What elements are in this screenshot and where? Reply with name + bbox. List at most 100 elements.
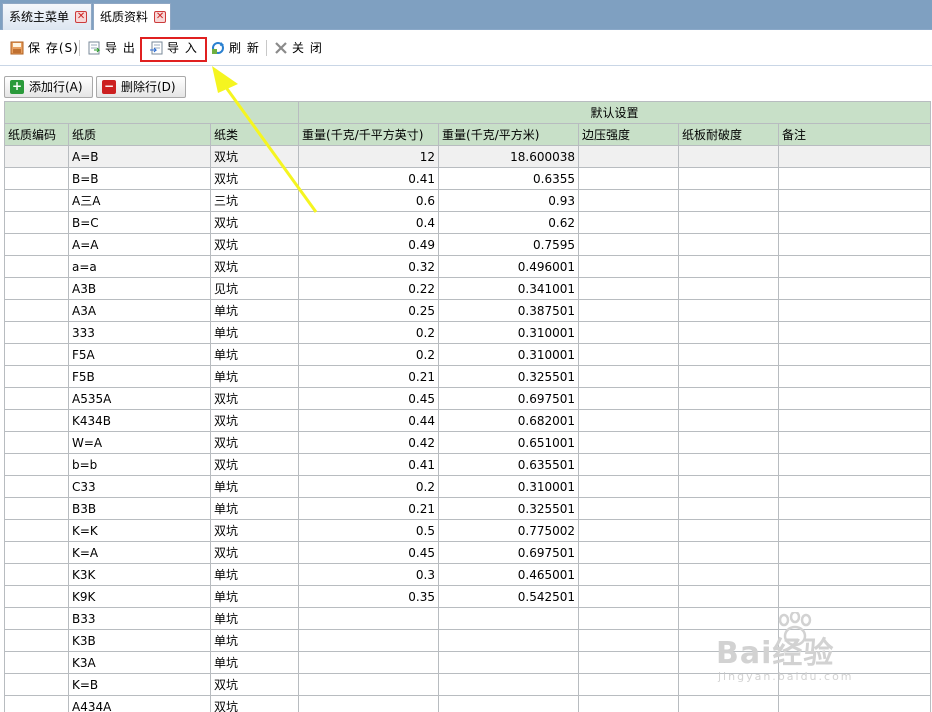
table-cell[interactable]: 双坑 [209, 673, 300, 696]
table-row[interactable]: 333 单坑 0.2 0.310001 [4, 321, 932, 344]
table-cell[interactable] [298, 651, 440, 674]
table-cell[interactable] [298, 629, 440, 652]
table-cell[interactable] [578, 563, 680, 586]
table-cell[interactable]: 0.21 [298, 365, 440, 388]
table-cell[interactable] [778, 365, 932, 388]
table-cell[interactable] [4, 695, 69, 712]
table-cell[interactable] [778, 277, 932, 300]
table-cell[interactable]: 单坑 [209, 607, 300, 630]
table-row[interactable]: a=a 双坑 0.32 0.496001 [4, 255, 932, 278]
table-cell[interactable]: 0.49 [298, 233, 440, 256]
table-cell[interactable] [578, 189, 680, 212]
table-cell[interactable] [4, 189, 69, 212]
table-cell[interactable]: 0.4 [298, 211, 440, 234]
table-cell[interactable] [778, 563, 932, 586]
table-cell[interactable] [4, 409, 69, 432]
table-cell[interactable] [4, 145, 69, 168]
table-cell[interactable] [578, 321, 680, 344]
table-cell[interactable] [678, 343, 780, 366]
table-cell[interactable] [678, 409, 780, 432]
table-cell[interactable]: 单坑 [209, 497, 300, 520]
save-button[interactable]: 保 存(S) [8, 38, 79, 58]
table-cell[interactable]: K=K [68, 519, 211, 542]
table-cell[interactable] [578, 673, 680, 696]
table-cell[interactable]: 0.62 [438, 211, 580, 234]
table-cell[interactable] [678, 475, 780, 498]
table-cell[interactable]: 0.6355 [438, 167, 580, 190]
table-cell[interactable]: 0.325501 [438, 365, 580, 388]
table-cell[interactable]: 0.697501 [438, 387, 580, 410]
table-cell[interactable] [578, 277, 680, 300]
table-cell[interactable]: C33 [68, 475, 211, 498]
table-cell[interactable]: 0.41 [298, 453, 440, 476]
table-cell[interactable] [298, 695, 440, 712]
table-cell[interactable] [578, 167, 680, 190]
table-cell[interactable]: K=B [68, 673, 211, 696]
table-cell[interactable]: a=a [68, 255, 211, 278]
close-icon[interactable]: ✕ [75, 11, 88, 23]
table-cell[interactable] [298, 673, 440, 696]
column-header[interactable]: 纸板耐破度 [678, 123, 780, 146]
table-cell[interactable] [578, 365, 680, 388]
table-row[interactable]: A434A 双坑 [4, 695, 932, 712]
table-cell[interactable] [678, 321, 780, 344]
delete-row-button[interactable]: − 删除行(D) [96, 76, 186, 98]
table-cell[interactable] [4, 167, 69, 190]
table-cell[interactable]: 0.310001 [438, 321, 580, 344]
table-cell[interactable]: A三A [68, 189, 211, 212]
table-cell[interactable] [438, 607, 580, 630]
table-cell[interactable] [678, 255, 780, 278]
table-cell[interactable]: 单坑 [209, 651, 300, 674]
table-row[interactable]: K9K 单坑 0.35 0.542501 [4, 585, 932, 608]
table-row[interactable]: b=b 双坑 0.41 0.635501 [4, 453, 932, 476]
table-cell[interactable]: 0.22 [298, 277, 440, 300]
table-cell[interactable]: 0.41 [298, 167, 440, 190]
table-cell[interactable]: 0.387501 [438, 299, 580, 322]
table-cell[interactable]: 双坑 [209, 233, 300, 256]
table-cell[interactable] [578, 299, 680, 322]
table-cell[interactable] [678, 585, 780, 608]
table-cell[interactable] [4, 343, 69, 366]
table-cell[interactable] [4, 233, 69, 256]
table-cell[interactable] [578, 343, 680, 366]
table-cell[interactable] [4, 453, 69, 476]
table-cell[interactable]: b=b [68, 453, 211, 476]
table-row[interactable]: K3K 单坑 0.3 0.465001 [4, 563, 932, 586]
table-cell[interactable]: 0.6 [298, 189, 440, 212]
table-cell[interactable] [678, 233, 780, 256]
table-cell[interactable]: 0.3 [298, 563, 440, 586]
table-cell[interactable]: A434A [68, 695, 211, 712]
table-cell[interactable] [578, 431, 680, 454]
table-cell[interactable]: A=B [68, 145, 211, 168]
table-cell[interactable]: 333 [68, 321, 211, 344]
table-cell[interactable]: W=A [68, 431, 211, 454]
table-cell[interactable]: 单坑 [209, 365, 300, 388]
table-cell[interactable] [678, 497, 780, 520]
table-row[interactable]: K=K 双坑 0.5 0.775002 [4, 519, 932, 542]
table-cell[interactable]: 双坑 [209, 519, 300, 542]
table-cell[interactable]: 0.7595 [438, 233, 580, 256]
table-row[interactable]: A=B 双坑 12 18.600038 [4, 145, 932, 168]
table-cell[interactable] [778, 189, 932, 212]
table-row[interactable]: F5B 单坑 0.21 0.325501 [4, 365, 932, 388]
tab-paper-data[interactable]: 纸质资料 ✕ [93, 3, 172, 31]
table-cell[interactable] [678, 211, 780, 234]
table-cell[interactable]: 0.5 [298, 519, 440, 542]
table-cell[interactable] [678, 387, 780, 410]
table-cell[interactable] [4, 541, 69, 564]
table-row[interactable]: F5A 单坑 0.2 0.310001 [4, 343, 932, 366]
table-cell[interactable] [4, 475, 69, 498]
table-cell[interactable]: A3A [68, 299, 211, 322]
table-cell[interactable] [4, 629, 69, 652]
table-cell[interactable] [578, 497, 680, 520]
table-cell[interactable] [4, 365, 69, 388]
table-row[interactable]: A三A 三坑 0.6 0.93 [4, 189, 932, 212]
table-cell[interactable]: 0.35 [298, 585, 440, 608]
table-cell[interactable]: 0.32 [298, 255, 440, 278]
table-cell[interactable]: 0.310001 [438, 475, 580, 498]
table-cell[interactable] [678, 299, 780, 322]
table-cell[interactable]: 0.45 [298, 541, 440, 564]
table-cell[interactable] [578, 145, 680, 168]
table-cell[interactable]: K3A [68, 651, 211, 674]
table-cell[interactable]: 双坑 [209, 255, 300, 278]
